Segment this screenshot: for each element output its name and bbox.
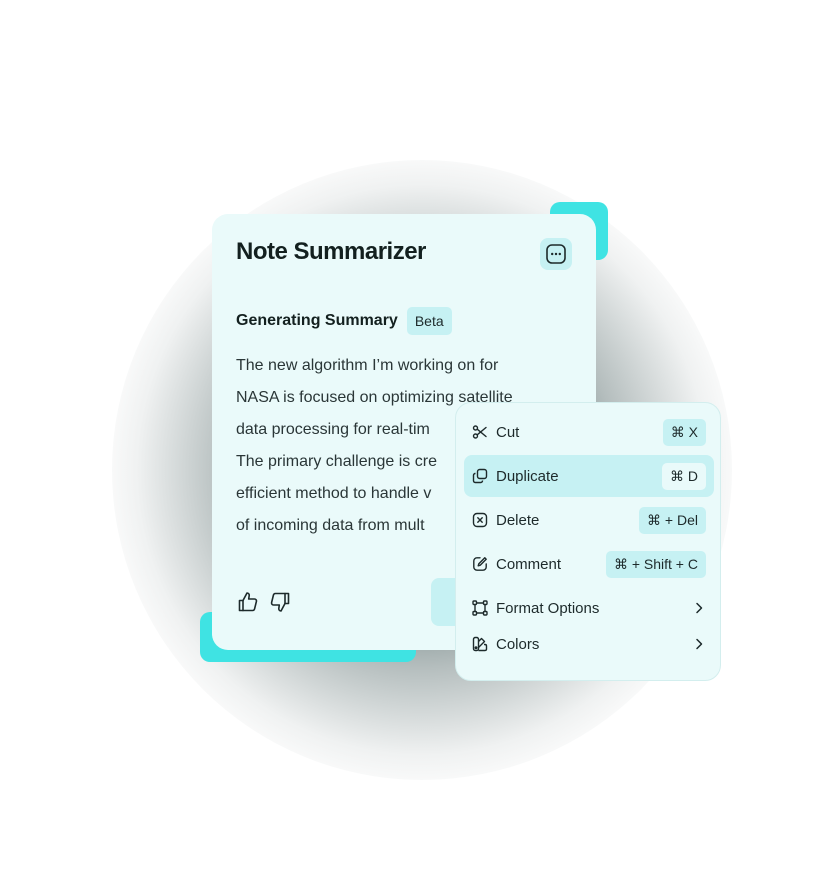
shortcut-badge: ⌘ + Del [639,506,706,534]
format-icon [472,600,488,616]
edit-icon [473,557,487,571]
menu-item-label: Colors [496,635,540,653]
duplicate-icon [472,468,488,484]
shortcut-badge: ⌘ D [662,462,706,490]
menu-item-label: Format Options [496,599,600,617]
summary-line: efficient method to handle v [236,485,432,502]
scissors-icon [472,425,487,439]
menu-item-label: Delete [496,511,540,529]
summary-line: of incoming data from mult [236,517,425,534]
menu-item-delete[interactable]: Delete ⌘ + Del [464,499,714,541]
section-header: Generating Summary Beta [236,307,452,335]
thumbs-down-icon[interactable] [268,590,292,614]
menu-item-label: Duplicate [496,467,559,485]
card-title: Note Summarizer [236,238,426,265]
shortcut-badge: ⌘ X [662,418,706,446]
menu-item-label: Cut [496,423,520,441]
chevron-right-icon [696,638,703,650]
context-menu: Cut ⌘ X Duplicate ⌘ D Delete ⌘ + Del Com… [455,402,721,681]
menu-item-duplicate[interactable]: Duplicate ⌘ D [464,455,714,497]
menu-item-colors[interactable]: Colors [464,623,714,665]
shortcut-badge: ⌘ + Shift + C [605,550,706,578]
menu-item-label: Comment [496,555,562,573]
thumbs-up-icon[interactable] [236,590,260,614]
menu-item-comment[interactable]: Comment ⌘ + Shift + C [464,543,714,585]
feedback-controls [236,590,292,614]
more-icon [546,244,566,264]
delete-x-icon [472,512,488,528]
section-title: Generating Summary [236,312,398,329]
palette-icon [472,636,488,652]
chevron-right-icon [696,602,703,614]
beta-badge: Beta [406,307,452,335]
more-options-button[interactable] [540,238,572,270]
summary-line: The new algorithm I’m working on for [236,357,499,374]
summary-line: The primary challenge is cre [236,453,437,470]
menu-item-cut[interactable]: Cut ⌘ X [464,411,714,453]
summary-line: data processing for real-tim [236,421,430,438]
